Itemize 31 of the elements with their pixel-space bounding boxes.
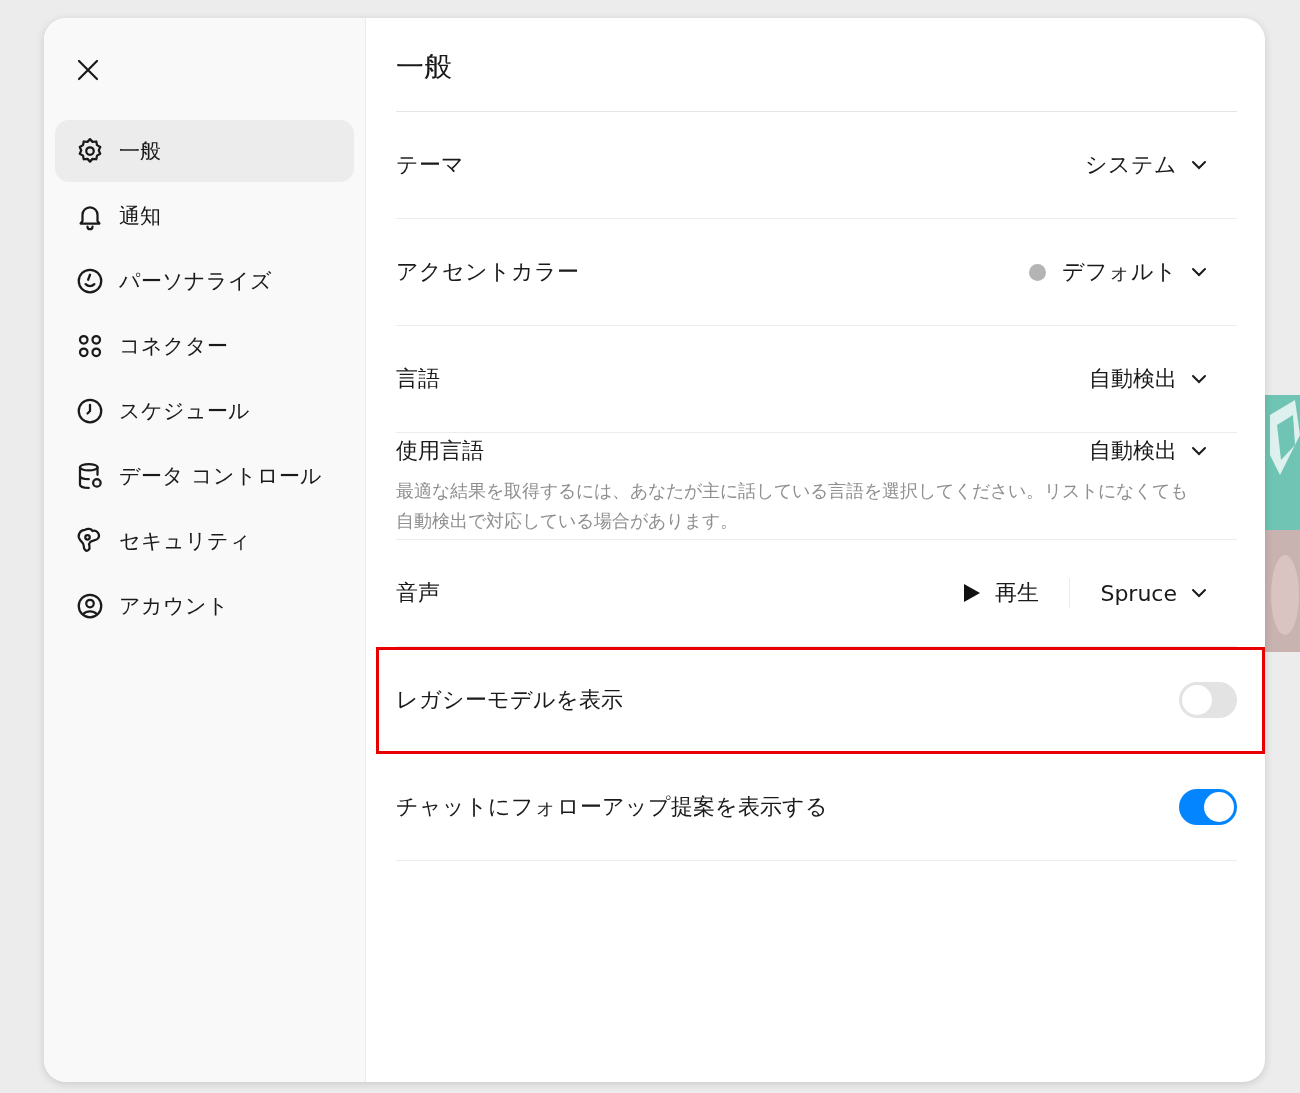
close-icon [77,59,99,81]
clock-icon [75,396,105,426]
setting-label: アクセントカラー [396,258,579,286]
sidebar-item[interactable]: パーソナライズ [55,250,354,312]
face-icon [75,266,105,296]
select-dropdown[interactable]: システム [1085,150,1237,180]
setting-description: 最適な結果を取得するには、あなたが主に話している言語を選択してください。リストになくても自動検出で対応している場合があります。 [396,479,1189,533]
setting-label: 音声 [396,579,440,607]
select-dropdown[interactable]: 自動検出 [1089,436,1237,466]
toggle-switch[interactable] [1179,789,1237,825]
voice-dropdown[interactable]: Spruce [1100,580,1237,606]
sidebar-item[interactable]: アカウント [55,575,354,637]
play-button[interactable]: 再生 [963,578,1071,608]
setting-label: 言語 [396,365,440,393]
play-icon [963,583,982,603]
sidebar-item[interactable]: セキュリティ [55,510,354,572]
setting-label: レガシーモデルを表示 [396,686,623,714]
color-dot-icon [1029,263,1046,281]
sidebar-item[interactable]: コネクター [55,315,354,377]
sidebar-item[interactable]: 通知 [55,185,354,247]
user-icon [75,591,105,621]
sidebar-item[interactable]: スケジュール [55,380,354,442]
sidebar-item[interactable]: 一般 [55,120,354,182]
select-dropdown[interactable]: 自動検出 [1089,364,1237,394]
toggle-switch[interactable] [1179,682,1237,718]
sidebar-item[interactable]: データ コントロール [55,445,354,507]
panel-title: 一般 [396,44,1237,112]
setting-label: テーマ [396,151,464,179]
setting-label: 使用言語 [396,437,484,465]
setting-label: チャットにフォローアップ提案を表示する [396,793,828,821]
select-dropdown[interactable]: デフォルト [1029,257,1237,287]
